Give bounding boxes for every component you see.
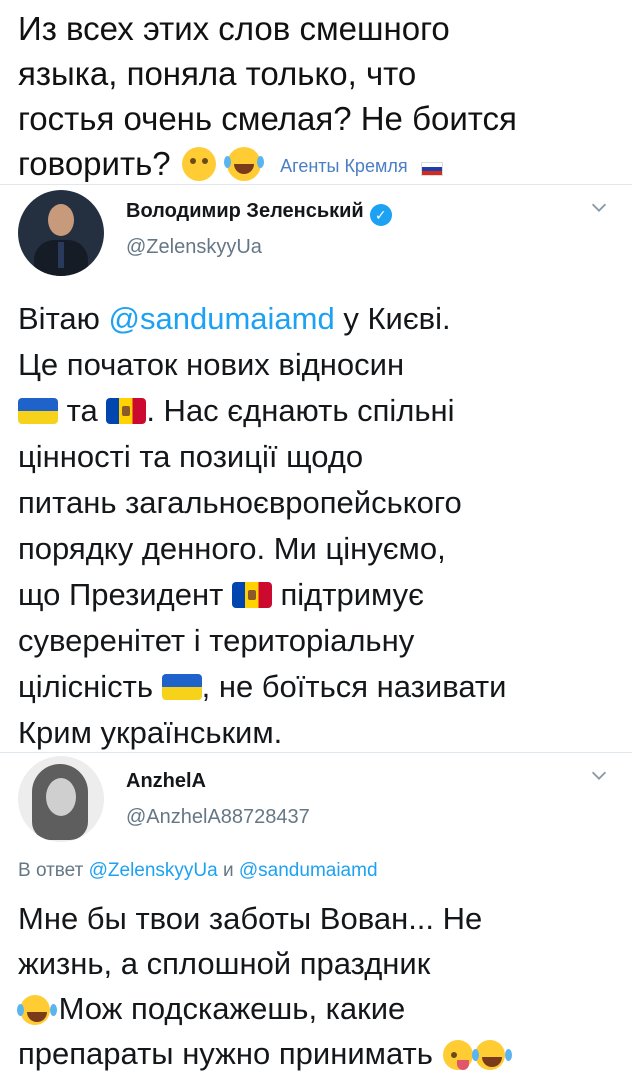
tweet-line: жизнь, а сплошной праздник [18,946,431,981]
tweet-line: Мне бы твои заботы Вован... Не [18,901,483,936]
tweet-line: та . Нас єднають спільні [18,388,618,434]
text: цілісність [18,669,162,704]
text: у Києві. [334,301,451,336]
avatar-face [48,204,74,236]
tweet-header-reply: AnzhelA @AnzhelA88728437 [18,756,614,846]
tweet-line: Це початок нових відносин [18,347,405,382]
tweet-line: що Президент підтримує [18,572,618,618]
text: Вітаю [18,301,109,336]
moldova-flag-icon [106,398,147,424]
divider [0,752,632,753]
tweet-line: цінності та позиції щодо [18,439,364,474]
tweet-header-main: Володимир Зеленський ✓ @ZelenskyyUa [18,190,614,280]
text: В ответ [18,860,89,881]
tweet-text-main: Вітаю @sandumaiamd у Києві. Це початок н… [18,296,618,756]
comment-line-last: говорить? Агенты Кремля [18,141,618,189]
reply-to-line: В ответ @ZelenskyyUa и @sandumaiamd [18,860,378,882]
text: підтримує [271,577,425,612]
winking-face-with-tongue-icon [443,1040,474,1070]
chevron-down-icon[interactable] [588,764,610,786]
source-tag: Агенты Кремля [280,156,408,176]
text: та [58,393,107,428]
tweet-line: порядку денного. Ми цінуємо, [18,531,446,566]
user-handle[interactable]: @ZelenskyyUa [126,236,262,259]
comment-line-text: говорить? [18,145,171,182]
display-name[interactable]: Володимир Зеленський ✓ [126,200,392,226]
text: що Президент [18,577,232,612]
top-comment: Из всех этих слов смешного языка, поняла… [18,6,618,189]
tweet-line: Вітаю @sandumaiamd у Києві. [18,296,618,342]
tweet-line: Крим українським. [18,715,283,750]
comment-line: языка, поняла только, что [18,55,417,92]
tweet-line: препараты нужно принимать [18,1031,618,1076]
avatar-tie [58,242,64,268]
text: Мож подскажешь, какие [50,991,406,1026]
text: препараты нужно принимать [18,1036,442,1071]
tears-of-joy-icon [223,147,261,181]
tweet-line: питань загальноєвропейського [18,485,462,520]
mention-link[interactable]: @sandumaiamd [239,860,378,881]
avatar[interactable] [18,190,104,276]
tears-of-joy-icon [472,1040,506,1070]
display-name-text: Володимир Зеленський [126,200,364,222]
verified-badge-icon: ✓ [369,204,392,226]
tweet-text-reply: Мне бы твои заботы Вован... Не жизнь, а … [17,896,618,1076]
tweet-line: цілісність , не боїться називати [18,664,618,710]
comment-line: гостья очень смелая? Не боится [18,100,517,137]
text: . Нас єднають спільні [146,393,455,428]
chevron-down-icon[interactable] [588,196,610,218]
text: и [217,860,239,881]
text: , не боїться називати [201,669,507,704]
mention-link[interactable]: @sandumaiamd [109,301,335,336]
display-name[interactable]: AnzhelA [126,770,206,793]
user-handle[interactable]: @AnzhelA88728437 [126,806,310,829]
avatar[interactable] [18,756,104,842]
russia-flag-icon [420,162,443,176]
tweet-line: Мож подскажешь, какие [17,986,618,1031]
tweet-line: суверенітет і територіальну [18,623,415,658]
mention-link[interactable]: @ZelenskyyUa [89,860,218,881]
moldova-flag-icon [231,582,272,608]
ukraine-flag-icon [18,398,58,424]
tears-of-joy-icon [17,995,50,1025]
ukraine-flag-icon [161,674,202,700]
comment-line: Из всех этих слов смешного [18,10,450,47]
avatar-face [46,778,76,816]
thinking-face-icon [181,147,216,181]
divider [0,184,632,185]
